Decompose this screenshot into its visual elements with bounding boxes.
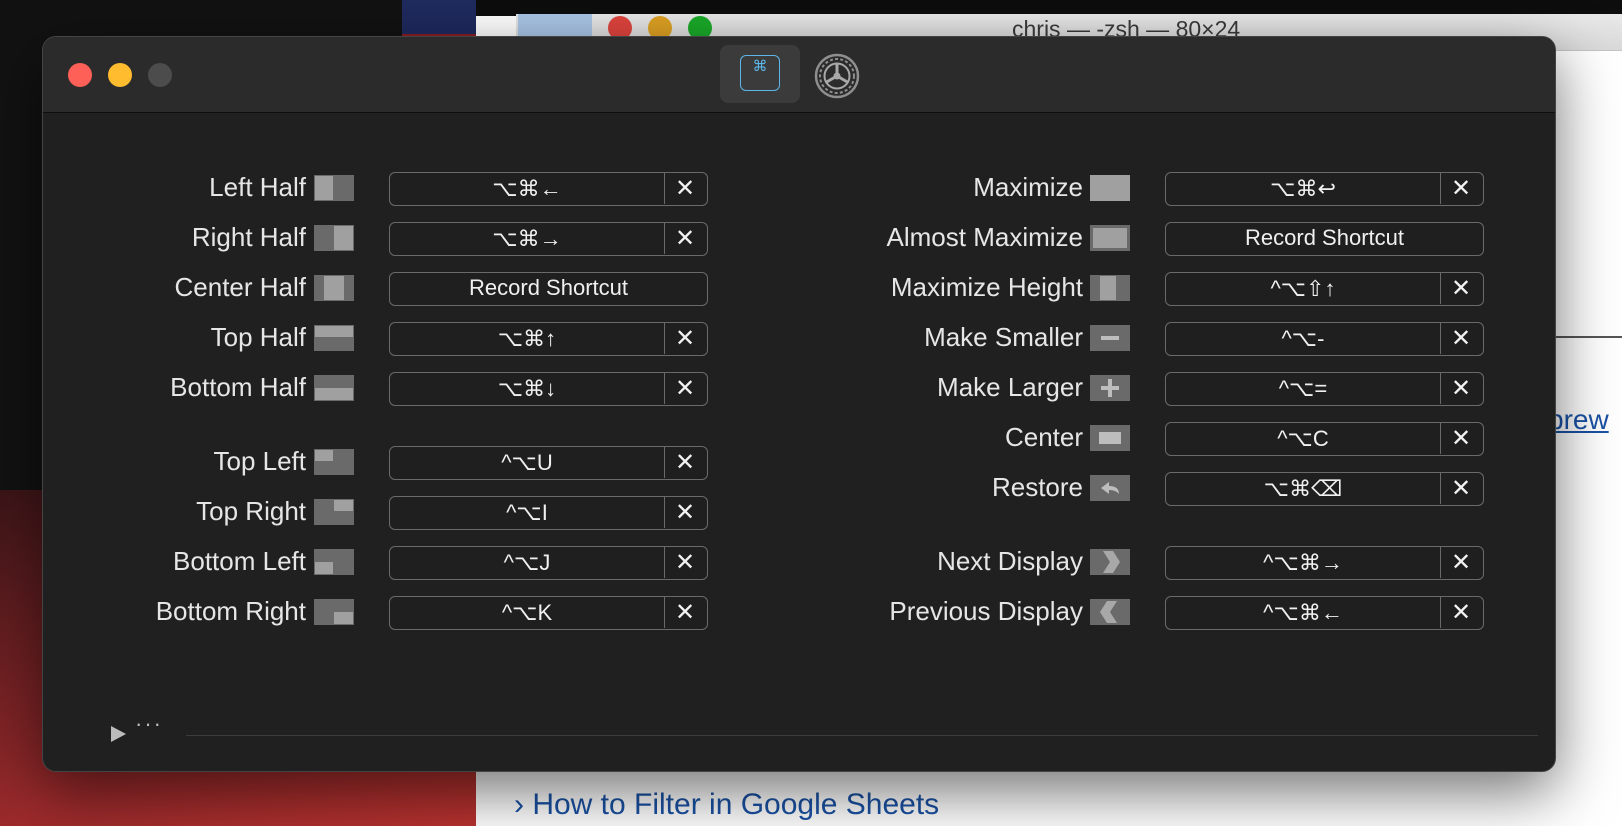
center-half-record-shortcut-button[interactable]: Record Shortcut bbox=[389, 272, 708, 306]
shortcuts-panel: Left Half ⌥⌘← ✕ Right Half ⌥⌘→ ✕ Center Half Re… bbox=[43, 113, 1555, 771]
shortcut-keys[interactable]: ^⌥U bbox=[390, 447, 665, 478]
shortcut-keys[interactable]: ⌥⌘→ bbox=[390, 223, 665, 254]
left-half-shortcut-recorder[interactable]: ⌥⌘← ✕ bbox=[389, 172, 708, 206]
command-key-icon: ⌘ bbox=[740, 55, 780, 91]
shortcut-keys[interactable]: ^⌥K bbox=[390, 597, 665, 628]
background-article-link[interactable]: › How to Filter in Google Sheets bbox=[514, 788, 939, 822]
center-half-icon bbox=[314, 275, 354, 301]
clear-shortcut-button[interactable]: ✕ bbox=[1439, 423, 1483, 454]
clear-shortcut-button[interactable]: ✕ bbox=[1439, 547, 1483, 578]
next-display-shortcut-recorder[interactable]: ^⌥⌘→ ✕ bbox=[1165, 546, 1484, 580]
previous-display-shortcut-recorder[interactable]: ^⌥⌘← ✕ bbox=[1165, 596, 1484, 630]
shortcut-keys[interactable]: ^⌥⇧↑ bbox=[1166, 273, 1441, 304]
more-options-icon[interactable]: ··· bbox=[135, 711, 163, 737]
center-shortcut-recorder[interactable]: ^⌥C ✕ bbox=[1165, 422, 1484, 456]
bottom-half-shortcut-recorder[interactable]: ⌥⌘↓ ✕ bbox=[389, 372, 708, 406]
maximize-height-label: Maximize Height bbox=[890, 272, 1083, 302]
make-larger-label: Make Larger bbox=[937, 372, 1083, 402]
make-larger-icon bbox=[1090, 375, 1130, 401]
top-left-label: Top Left bbox=[213, 446, 306, 476]
zoom-button[interactable] bbox=[148, 63, 172, 87]
make-smaller-label: Make Smaller bbox=[924, 322, 1083, 352]
maximize-label: Maximize bbox=[973, 172, 1083, 202]
make-smaller-shortcut-recorder[interactable]: ^⌥- ✕ bbox=[1165, 322, 1484, 356]
right-half-shortcut-recorder[interactable]: ⌥⌘→ ✕ bbox=[389, 222, 708, 256]
top-right-label: Top Right bbox=[196, 496, 306, 526]
play-triangle-icon[interactable] bbox=[109, 725, 127, 743]
maximize-height-shortcut-recorder[interactable]: ^⌥⇧↑ ✕ bbox=[1165, 272, 1484, 306]
shortcut-keys[interactable]: ⌥⌘← bbox=[390, 173, 665, 204]
maximize-height-icon bbox=[1090, 275, 1130, 301]
left-half-label: Left Half bbox=[209, 172, 306, 202]
previous-display-label: Previous Display bbox=[889, 596, 1083, 626]
make-larger-shortcut-recorder[interactable]: ^⌥= ✕ bbox=[1165, 372, 1484, 406]
bottom-left-label: Bottom Left bbox=[173, 546, 306, 576]
restore-shortcut-recorder[interactable]: ⌥⌘⌫ ✕ bbox=[1165, 472, 1484, 506]
bottom-half-label: Bottom Half bbox=[170, 372, 306, 402]
tab-shortcuts[interactable]: ⌘ bbox=[720, 45, 800, 103]
bottom-right-icon bbox=[314, 599, 354, 625]
shortcut-keys[interactable]: ⌥⌘↓ bbox=[390, 373, 665, 404]
clear-shortcut-button[interactable]: ✕ bbox=[1439, 273, 1483, 304]
minimize-button[interactable] bbox=[108, 63, 132, 87]
right-half-label: Right Half bbox=[191, 222, 306, 252]
bottom-right-shortcut-recorder[interactable]: ^⌥K ✕ bbox=[389, 596, 708, 630]
almost-maximize-label: Almost Maximize bbox=[886, 222, 1083, 252]
close-button[interactable] bbox=[68, 63, 92, 87]
previous-display-icon bbox=[1090, 599, 1130, 625]
preferences-window: ⌘ Left Half ⌥⌘← ✕ Right Half ⌥⌘→ ✕ Center Half… bbox=[42, 36, 1556, 772]
shortcut-keys[interactable]: ⌥⌘⌫ bbox=[1166, 473, 1441, 504]
left-half-icon bbox=[314, 175, 354, 201]
shortcut-keys[interactable]: ^⌥= bbox=[1166, 373, 1441, 404]
bottom-left-icon bbox=[314, 549, 354, 575]
next-display-label: Next Display bbox=[937, 546, 1083, 576]
right-half-icon bbox=[314, 225, 354, 251]
restore-label: Restore bbox=[991, 472, 1083, 502]
window-titlebar: ⌘ bbox=[43, 37, 1555, 113]
background-link[interactable]: brew bbox=[1548, 404, 1609, 436]
next-display-icon bbox=[1090, 549, 1130, 575]
maximize-icon bbox=[1090, 175, 1130, 201]
clear-shortcut-button[interactable]: ✕ bbox=[1439, 473, 1483, 504]
shortcut-keys[interactable]: ^⌥⌘→ bbox=[1166, 547, 1441, 578]
bottom-left-shortcut-recorder[interactable]: ^⌥J ✕ bbox=[389, 546, 708, 580]
clear-shortcut-button[interactable]: ✕ bbox=[1439, 373, 1483, 404]
shortcut-keys[interactable]: ^⌥- bbox=[1166, 323, 1441, 354]
shortcut-keys[interactable]: ⌥⌘↑ bbox=[390, 323, 665, 354]
make-smaller-icon bbox=[1090, 325, 1130, 351]
top-half-shortcut-recorder[interactable]: ⌥⌘↑ ✕ bbox=[389, 322, 708, 356]
top-half-label: Top Half bbox=[210, 322, 306, 352]
shortcut-keys[interactable]: ⌥⌘↩ bbox=[1166, 173, 1441, 204]
almost-maximize-icon bbox=[1090, 225, 1130, 251]
top-right-shortcut-recorder[interactable]: ^⌥I ✕ bbox=[389, 496, 708, 530]
shortcut-keys[interactable]: ^⌥J bbox=[390, 547, 665, 578]
gear-icon[interactable] bbox=[813, 52, 861, 100]
clear-shortcut-button[interactable]: ✕ bbox=[1439, 323, 1483, 354]
restore-icon bbox=[1090, 475, 1130, 501]
top-right-icon bbox=[314, 499, 354, 525]
maximize-shortcut-recorder[interactable]: ⌥⌘↩ ✕ bbox=[1165, 172, 1484, 206]
footer-divider bbox=[186, 735, 1538, 736]
top-half-icon bbox=[314, 325, 354, 351]
shortcut-keys[interactable]: ^⌥⌘← bbox=[1166, 597, 1441, 628]
top-left-shortcut-recorder[interactable]: ^⌥U ✕ bbox=[389, 446, 708, 480]
center-label: Center bbox=[1004, 422, 1083, 452]
clear-shortcut-button[interactable]: ✕ bbox=[1439, 597, 1483, 628]
shortcut-keys[interactable]: ^⌥C bbox=[1166, 423, 1441, 454]
center-half-label: Center Half bbox=[174, 272, 307, 302]
bottom-half-icon bbox=[314, 375, 354, 401]
bottom-right-label: Bottom Right bbox=[155, 596, 306, 626]
clear-shortcut-button[interactable]: ✕ bbox=[1439, 173, 1483, 204]
almost-maximize-record-shortcut-button[interactable]: Record Shortcut bbox=[1165, 222, 1484, 256]
top-left-icon bbox=[314, 449, 354, 475]
shortcut-keys[interactable]: ^⌥I bbox=[390, 497, 665, 528]
center-icon bbox=[1090, 425, 1130, 451]
